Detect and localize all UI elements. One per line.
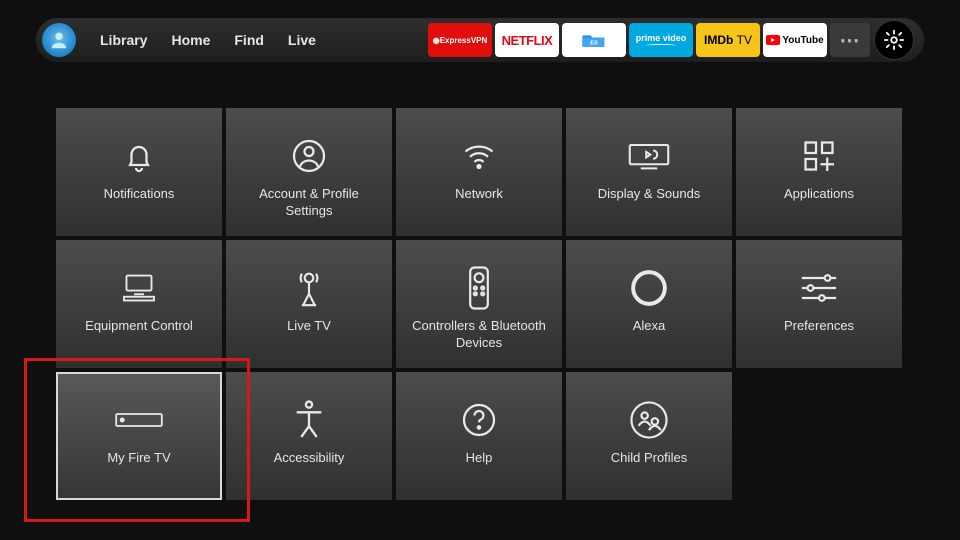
child-profiles-icon bbox=[630, 396, 668, 444]
avatar-icon bbox=[48, 29, 70, 51]
tile-accessibility[interactable]: Accessibility bbox=[226, 372, 392, 500]
tile-alexa[interactable]: Alexa bbox=[566, 240, 732, 368]
tile-label: Help bbox=[458, 450, 501, 467]
app-expressvpn[interactable]: ◉ExpressVPN bbox=[428, 23, 492, 57]
tile-label: Live TV bbox=[279, 318, 339, 335]
tile-label: Preferences bbox=[776, 318, 862, 335]
nav-library[interactable]: Library bbox=[100, 32, 147, 48]
tile-label: Alexa bbox=[625, 318, 674, 335]
person-icon bbox=[291, 132, 327, 180]
alexa-icon bbox=[630, 264, 668, 312]
remote-icon bbox=[468, 264, 490, 312]
app-youtube[interactable]: YouTube bbox=[763, 23, 827, 57]
settings-button[interactable] bbox=[874, 20, 914, 60]
gear-icon bbox=[883, 29, 905, 51]
tv-sound-icon bbox=[627, 132, 671, 180]
apps-icon bbox=[801, 132, 837, 180]
tile-applications[interactable]: Applications bbox=[736, 108, 902, 236]
tile-account[interactable]: Account & Profile Settings bbox=[226, 108, 392, 236]
nav-home[interactable]: Home bbox=[171, 32, 210, 48]
tile-label: Equipment Control bbox=[77, 318, 201, 335]
app-imdbtv[interactable]: IMDb TV bbox=[696, 23, 760, 57]
tile-controllers[interactable]: Controllers & Bluetooth Devices bbox=[396, 240, 562, 368]
nav-find[interactable]: Find bbox=[234, 32, 264, 48]
tile-equipment[interactable]: Equipment Control bbox=[56, 240, 222, 368]
nav-live[interactable]: Live bbox=[288, 32, 316, 48]
folder-icon: ES bbox=[580, 30, 608, 50]
tile-label: Applications bbox=[776, 186, 862, 203]
tile-display[interactable]: Display & Sounds bbox=[566, 108, 732, 236]
tile-label: Display & Sounds bbox=[590, 186, 709, 203]
wifi-icon bbox=[459, 132, 499, 180]
tile-label: Notifications bbox=[96, 186, 183, 203]
settings-grid: Notifications Account & Profile Settings… bbox=[56, 108, 902, 500]
nav-links: Library Home Find Live bbox=[100, 32, 316, 48]
tile-preferences[interactable]: Preferences bbox=[736, 240, 902, 368]
accessibility-icon bbox=[292, 396, 326, 444]
tile-network[interactable]: Network bbox=[396, 108, 562, 236]
app-primevideo[interactable]: prime video bbox=[629, 23, 693, 57]
tile-child[interactable]: Child Profiles bbox=[566, 372, 732, 500]
antenna-icon bbox=[291, 264, 327, 312]
top-nav: Library Home Find Live ◉ExpressVPN NETFL… bbox=[36, 18, 924, 62]
tile-livetv[interactable]: Live TV bbox=[226, 240, 392, 368]
tile-notifications[interactable]: Notifications bbox=[56, 108, 222, 236]
firetv-icon bbox=[115, 396, 163, 444]
tile-label: My Fire TV bbox=[99, 450, 178, 467]
tile-label: Accessibility bbox=[266, 450, 353, 467]
app-esfile[interactable]: ES bbox=[562, 23, 626, 57]
tile-label: Controllers & Bluetooth Devices bbox=[396, 318, 562, 352]
equipment-icon bbox=[119, 264, 159, 312]
app-shortcuts: ◉ExpressVPN NETFLIX ES prime video IMDb … bbox=[428, 23, 870, 57]
profile-avatar[interactable] bbox=[42, 23, 76, 57]
tile-help[interactable]: Help bbox=[396, 372, 562, 500]
app-netflix[interactable]: NETFLIX bbox=[495, 23, 559, 57]
svg-text:ES: ES bbox=[590, 41, 598, 47]
tile-label: Network bbox=[447, 186, 511, 203]
sliders-icon bbox=[799, 264, 839, 312]
tile-label: Account & Profile Settings bbox=[226, 186, 392, 220]
tile-label: Child Profiles bbox=[603, 450, 696, 467]
help-icon bbox=[461, 396, 497, 444]
bell-icon bbox=[121, 132, 157, 180]
app-more[interactable]: ⋯ bbox=[830, 23, 870, 57]
tile-myfiretv[interactable]: My Fire TV bbox=[56, 372, 222, 500]
